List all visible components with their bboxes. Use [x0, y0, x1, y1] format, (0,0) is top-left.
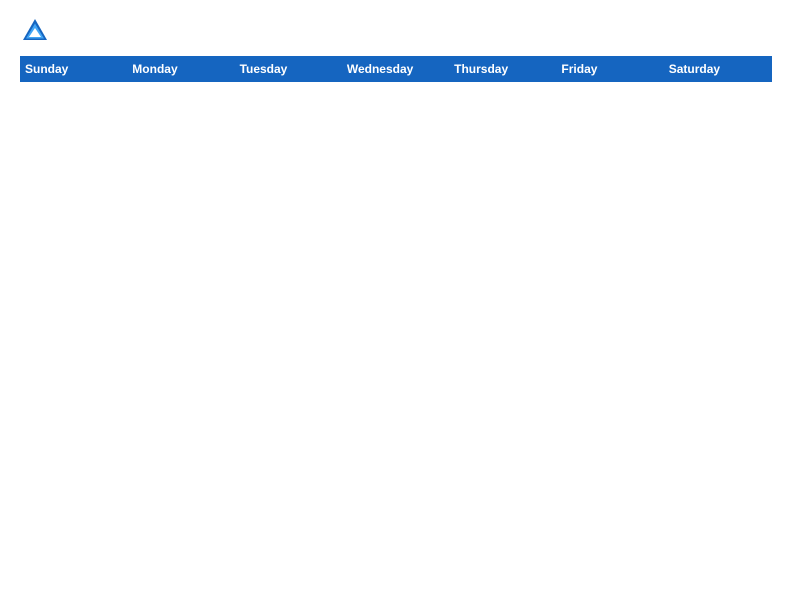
weekday-header-tuesday: Tuesday [235, 57, 342, 82]
weekday-header-monday: Monday [128, 57, 235, 82]
calendar-table: SundayMondayTuesdayWednesdayThursdayFrid… [20, 56, 772, 82]
weekday-header-wednesday: Wednesday [342, 57, 449, 82]
weekday-header-saturday: Saturday [664, 57, 771, 82]
logo [20, 16, 52, 46]
logo-icon [20, 16, 50, 46]
header [20, 16, 772, 46]
weekday-header-row: SundayMondayTuesdayWednesdayThursdayFrid… [21, 57, 772, 82]
page: SundayMondayTuesdayWednesdayThursdayFrid… [0, 0, 792, 92]
weekday-header-friday: Friday [557, 57, 664, 82]
weekday-header-sunday: Sunday [21, 57, 128, 82]
weekday-header-thursday: Thursday [450, 57, 557, 82]
